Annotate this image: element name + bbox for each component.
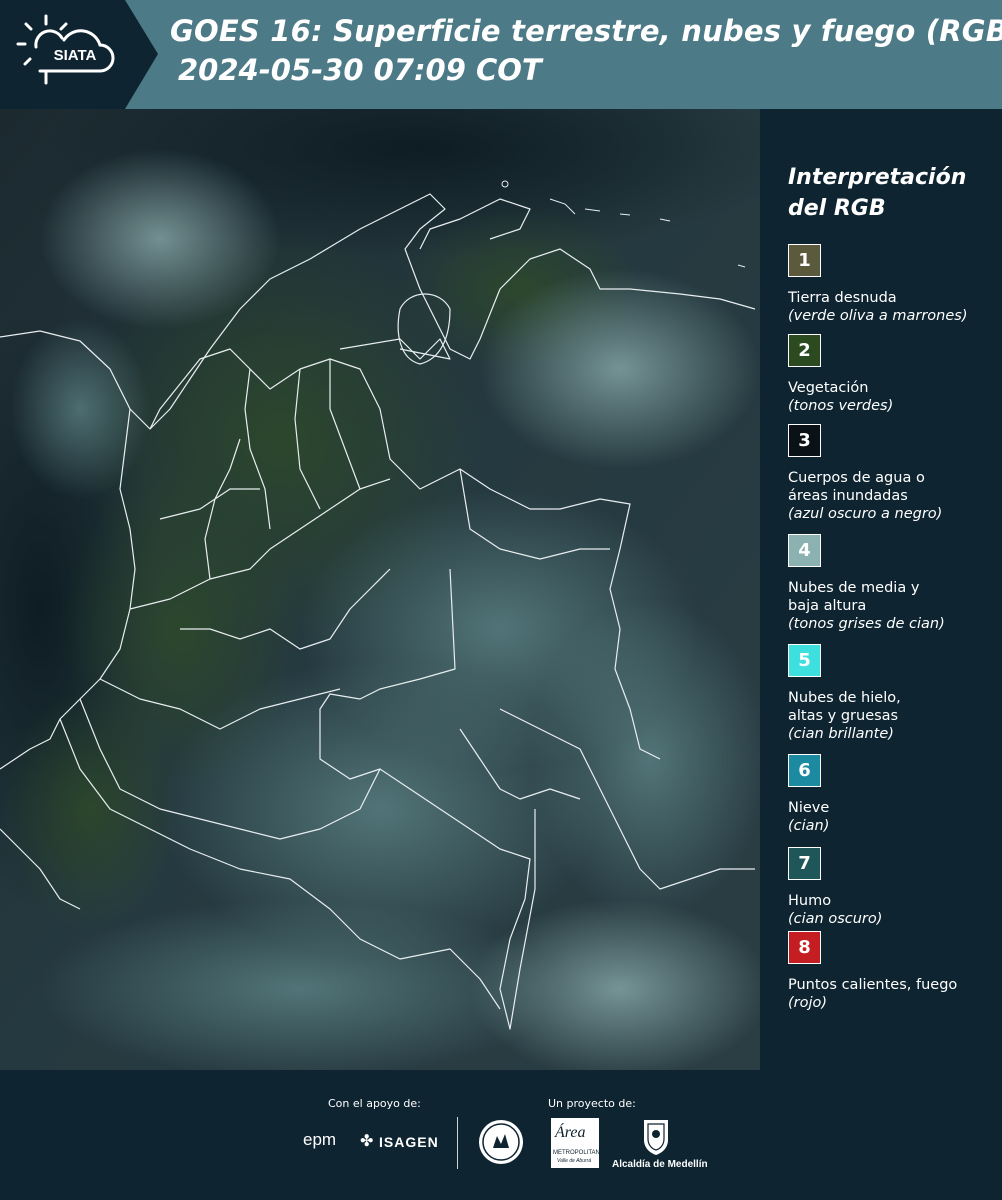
- legend-panel: Interpretación del RGB 1 Tierra desnuda (v…: [760, 109, 1002, 1070]
- legend-label: Tierra desnuda: [788, 290, 897, 306]
- page-timestamp: 2024-05-30 07:09 COT: [178, 53, 542, 87]
- legend-sublabel: (cian brillante): [788, 726, 894, 742]
- area-metropolitana-logo: Área METROPOLITANA Valle de Aburrá: [551, 1118, 604, 1168]
- siata-logo-text: SIATA: [54, 47, 97, 64]
- project-label: Un proyecto de:: [548, 1097, 636, 1110]
- legend-swatch: 1: [788, 244, 821, 277]
- area-logo-sub: METROPOLITANA: [553, 1150, 604, 1156]
- legend-label: Nieve: [788, 800, 830, 816]
- area-logo-sub2: Valle de Aburrá: [557, 1158, 592, 1164]
- legend-label: Vegetación: [788, 380, 869, 396]
- satellite-map-image: [0, 109, 760, 1070]
- siata-logo: SIATA: [0, 0, 158, 109]
- satellite-map: [0, 109, 760, 1070]
- legend-label: Nubes de media y baja altura: [788, 580, 920, 614]
- support-label: Con el apoyo de:: [328, 1097, 421, 1110]
- isagen-logo: ISAGEN: [379, 1134, 439, 1150]
- legend-sublabel: (tonos verdes): [788, 398, 894, 414]
- legend-swatch: 2: [788, 334, 821, 367]
- isagen-icon: ✤: [360, 1131, 374, 1150]
- legend-item: 2 Vegetación (tonos verdes): [788, 334, 1002, 415]
- epm-logo: epm: [303, 1130, 337, 1149]
- medellin-coat-of-arms-icon: [644, 1120, 668, 1155]
- legend-item: 1 Tierra desnuda (verde oliva a marrones): [788, 244, 1002, 325]
- legend-swatch: 4: [788, 534, 821, 567]
- legend-sublabel: (cian): [788, 818, 830, 834]
- legend-item: 8 Puntos calientes, fuego (rojo): [788, 931, 1002, 1012]
- legend-item: 4 Nubes de media y baja altura (tonos gris…: [788, 534, 1002, 633]
- legend-swatch: 8: [788, 931, 821, 964]
- legend-sublabel: (tonos grises de cian): [788, 616, 945, 632]
- legend-swatch: 6: [788, 754, 821, 787]
- legend-title: Interpretación del RGB: [788, 165, 967, 221]
- legend-item: 6 Nieve (cian): [788, 754, 1002, 835]
- legend-swatch: 5: [788, 644, 821, 677]
- legend-sublabel: (cian oscuro): [788, 911, 883, 927]
- legend-label: Cuerpos de agua o áreas inundadas: [788, 470, 925, 504]
- legend-swatch: 7: [788, 847, 821, 880]
- legend-sublabel: (rojo): [788, 995, 828, 1011]
- siata-seal-icon: [479, 1120, 523, 1164]
- legend-label: Nubes de hielo, altas y gruesas: [788, 690, 901, 724]
- legend-sublabel: (azul oscuro a negro): [788, 506, 943, 522]
- legend-label: Humo: [788, 893, 832, 909]
- legend-item: 3 Cuerpos de agua o áreas inundadas (azul …: [788, 424, 1002, 523]
- legend-sublabel: (verde oliva a marrones): [788, 308, 968, 324]
- alcaldia-logo: Alcaldía de Medellín: [612, 1159, 708, 1170]
- header: SIATA GOES 16: Superficie terrestre, nub…: [0, 0, 1002, 109]
- legend-item: 5 Nubes de hielo, altas y gruesas (cian br…: [788, 644, 1002, 743]
- footer: Con el apoyo de: Un proyecto de: epm ✤ I…: [0, 1070, 1002, 1200]
- legend-item: 7 Humo (cian oscuro): [788, 847, 1002, 928]
- area-logo-text: Área: [555, 1124, 586, 1141]
- footer-divider: [457, 1117, 458, 1169]
- legend-label: Puntos calientes, fuego: [788, 977, 958, 993]
- page-title: GOES 16: Superficie terrestre, nubes y f…: [170, 14, 1002, 48]
- legend-swatch: 3: [788, 424, 821, 457]
